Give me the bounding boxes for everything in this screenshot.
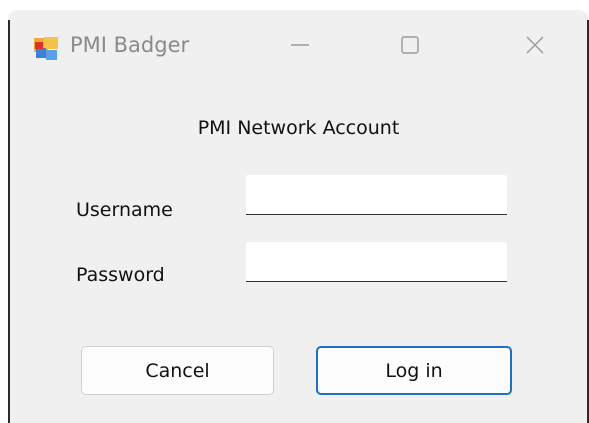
form-heading: PMI Network Account (197, 117, 400, 139)
minimize-button[interactable] (270, 24, 330, 70)
cancel-button[interactable]: Cancel (81, 346, 274, 395)
password-label: Password (76, 264, 165, 286)
login-button[interactable]: Log in (316, 346, 512, 395)
login-dialog-window: PMI Badger PMI Network Account Username … (8, 10, 589, 423)
window-title: PMI Badger (70, 33, 190, 57)
app-icon (33, 36, 59, 62)
password-field[interactable] (246, 242, 507, 282)
minimize-icon (289, 34, 311, 60)
close-icon (524, 34, 546, 60)
maximize-icon (399, 34, 421, 60)
cancel-button-label: Cancel (145, 359, 210, 382)
title-bar[interactable]: PMI Badger (8, 10, 589, 80)
close-button[interactable] (505, 24, 565, 70)
window-border-left (8, 20, 10, 423)
username-label: Username (76, 199, 173, 221)
maximize-button[interactable] (380, 24, 440, 70)
login-button-label: Log in (385, 359, 443, 382)
username-field[interactable] (246, 175, 507, 215)
